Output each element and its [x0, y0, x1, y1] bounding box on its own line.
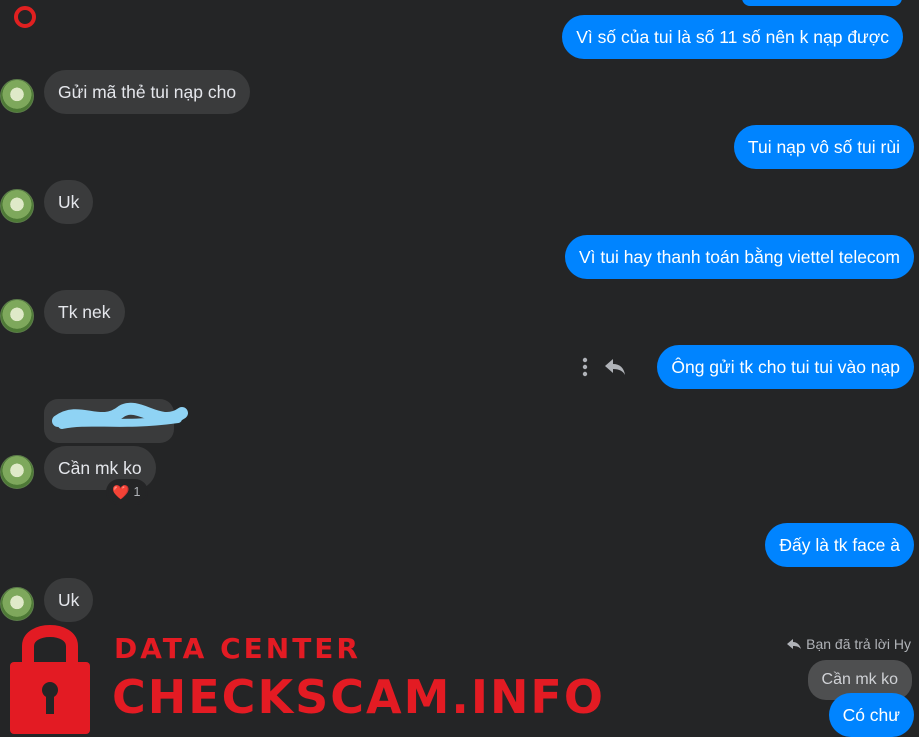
- reply-icon[interactable]: [603, 357, 627, 377]
- more-options-icon[interactable]: [579, 357, 591, 377]
- message-outgoing[interactable]: Ông gửi tk cho tui tui vào nạp: [657, 345, 914, 389]
- message-incoming[interactable]: Gửi mã thẻ tui nạp cho: [44, 70, 251, 114]
- red-circle-annotation: [14, 6, 36, 28]
- reply-context: Bạn đã trả lời Hy: [786, 636, 911, 652]
- reply-icon: [787, 639, 802, 649]
- message-outgoing[interactable]: Tui nạp vô số tui rùi: [733, 125, 914, 169]
- message-outgoing[interactable]: Có chư: [828, 693, 914, 737]
- reply-context-label: Bạn đã trả lời Hy: [806, 636, 911, 652]
- redaction-scribble: [52, 402, 188, 429]
- message-incoming[interactable]: Uk: [44, 180, 94, 224]
- avatar[interactable]: [0, 79, 34, 113]
- padlock-icon: [10, 625, 90, 734]
- watermark-subtitle: CHECKSCAM.INFO: [112, 670, 605, 724]
- avatar[interactable]: [0, 189, 34, 223]
- heart-icon: ❤️: [112, 483, 130, 500]
- avatar[interactable]: [0, 455, 34, 489]
- avatar[interactable]: [0, 299, 34, 333]
- reaction-badge[interactable]: ❤️ 1: [108, 481, 147, 503]
- message-outgoing[interactable]: Đấy là tk face à: [765, 523, 914, 567]
- message-outgoing[interactable]: Vì số của tui là số 11 số nên k nạp được: [562, 15, 903, 59]
- message-bubble-partial: [742, 0, 902, 6]
- message-outgoing[interactable]: Vì tui hay thanh toán bằng viettel telec…: [564, 235, 914, 279]
- reaction-count: 1: [133, 485, 141, 499]
- message-incoming[interactable]: Tk nek: [44, 290, 125, 334]
- redacted-message-bubble[interactable]: [44, 399, 188, 443]
- watermark-title: DATA CENTER: [114, 632, 361, 665]
